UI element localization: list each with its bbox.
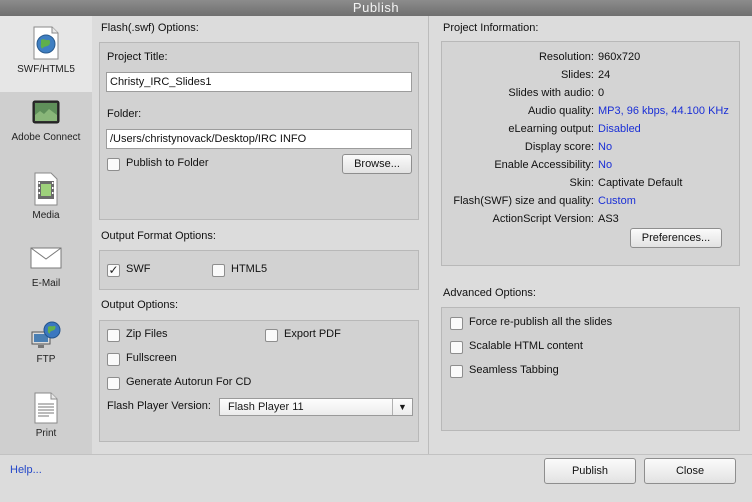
html5-checkbox[interactable] (212, 264, 225, 277)
seamless-tabbing-checkbox[interactable] (450, 365, 463, 378)
info-value-link[interactable]: MP3, 96 kbps, 44.100 KHz (598, 105, 729, 117)
preferences-button[interactable]: Preferences... (630, 228, 722, 248)
info-key: Audio quality: (527, 105, 594, 117)
sidebar-item-swf-html5[interactable]: SWF/HTML5 (0, 16, 92, 92)
info-row: Slides: 24 (442, 69, 752, 87)
sidebar-item-label: FTP (36, 354, 56, 365)
project-title-input[interactable]: Christy_IRC_Slides1 (106, 72, 412, 92)
window-title: Publish (352, 0, 400, 15)
info-value-link[interactable]: Custom (598, 195, 636, 207)
envelope-icon (30, 247, 62, 269)
scalable-html-label: Scalable HTML content (469, 340, 583, 352)
seamless-tabbing-label: Seamless Tabbing (469, 364, 559, 376)
folder-path-input[interactable]: /Users/christynovack/Desktop/IRC INFO (106, 129, 412, 149)
sidebar-item-label: Media (32, 210, 60, 221)
flash-player-version-value: Flash Player 11 (228, 401, 304, 413)
info-key: Flash(SWF) size and quality: (453, 195, 594, 207)
column-divider (428, 16, 429, 454)
swf-globe-icon (33, 26, 59, 60)
info-value: 960x720 (598, 51, 641, 63)
advanced-options-panel: Force re-publish all the slides Scalable… (441, 307, 740, 431)
flash-player-version-label: Flash Player Version: (107, 400, 211, 412)
info-row: Audio quality: MP3, 96 kbps, 44.100 KHz (442, 105, 752, 123)
info-value-link[interactable]: Disabled (598, 123, 641, 135)
info-key: Display score: (524, 141, 594, 153)
publish-button[interactable]: Publish (544, 458, 636, 484)
sidebar-item-label: E-Mail (31, 278, 61, 289)
fullscreen-label: Fullscreen (126, 352, 177, 364)
advanced-options-title: Advanced Options: (443, 287, 536, 299)
info-row: Skin: Captivate Default (442, 177, 752, 195)
media-film-icon (34, 172, 58, 206)
sidebar-item-label: Adobe Connect (11, 132, 81, 143)
export-pdf-checkbox[interactable] (265, 329, 278, 342)
project-title-label: Project Title: (107, 51, 168, 63)
sidebar-item-media[interactable]: Media (0, 172, 92, 232)
ftp-globe-computer-icon (31, 321, 61, 348)
sidebar-item-email[interactable]: E-Mail (0, 246, 92, 302)
info-value-link[interactable]: No (598, 141, 612, 153)
autorun-label: Generate Autorun For CD (126, 376, 252, 388)
flash-player-version-select[interactable]: Flash Player 11 ▼ (219, 398, 413, 416)
info-row: Resolution: 960x720 (442, 51, 752, 69)
publish-to-folder-checkbox[interactable] (107, 158, 120, 171)
force-republish-checkbox[interactable] (450, 317, 463, 330)
info-value: AS3 (598, 213, 619, 225)
info-value-link[interactable]: No (598, 159, 612, 171)
fullscreen-checkbox[interactable] (107, 353, 120, 366)
sidebar-item-ftp[interactable]: FTP (0, 320, 92, 376)
sidebar-item-label: SWF/HTML5 (17, 64, 75, 75)
zip-files-checkbox[interactable] (107, 329, 120, 342)
info-row: Slides with audio: 0 (442, 87, 752, 105)
info-value: 24 (598, 69, 611, 81)
swf-checkbox[interactable]: ✓ (107, 264, 120, 277)
chevron-down-icon: ▼ (392, 399, 412, 415)
scalable-html-checkbox[interactable] (450, 341, 463, 354)
window-title-bar: Publish (0, 0, 752, 16)
print-document-icon (34, 392, 58, 424)
project-info-panel: Resolution: 960x720 Slides: 24 Slides with a… (441, 41, 740, 266)
browse-button[interactable]: Browse... (342, 154, 412, 174)
publish-to-folder-label: Publish to Folder (126, 157, 209, 169)
sidebar-item-print[interactable]: Print (0, 392, 92, 450)
info-key: Enable Accessibility: (494, 159, 594, 171)
force-republish-label: Force re-publish all the slides (469, 316, 613, 328)
export-pdf-label: Export PDF (284, 328, 341, 340)
flash-options-title: Flash(.swf) Options: (101, 22, 199, 34)
sidebar-item-label: Print (35, 428, 57, 439)
folder-label: Folder: (107, 108, 142, 120)
zip-files-label: Zip Files (126, 328, 168, 340)
help-link[interactable]: Help... (10, 464, 42, 476)
info-key: Skin: (569, 177, 594, 189)
info-value: Captivate Default (598, 177, 683, 189)
info-key: Resolution: (538, 51, 594, 63)
output-format-title: Output Format Options: (101, 230, 216, 242)
info-key: ActionScript Version: (492, 213, 595, 225)
info-value: 0 (598, 87, 605, 99)
info-row: eLearning output: Disabled (442, 123, 752, 141)
info-row: Display score: No (442, 141, 752, 159)
info-key: Slides with audio: (508, 87, 594, 99)
info-key: Slides: (560, 69, 594, 81)
info-key: eLearning output: (508, 123, 594, 135)
html5-label: HTML5 (231, 263, 268, 275)
autorun-checkbox[interactable] (107, 377, 120, 390)
project-info-title: Project Information: (443, 22, 539, 34)
output-options-title: Output Options: (101, 299, 179, 311)
info-row: Flash(SWF) size and quality: Custom (442, 195, 752, 213)
close-button[interactable]: Close (644, 458, 736, 484)
publish-target-sidebar: SWF/HTML5 Adobe Connect Media E-Mail FTP… (0, 16, 92, 454)
swf-label: SWF (126, 263, 151, 275)
sidebar-item-adobe-connect[interactable]: Adobe Connect (0, 98, 92, 158)
info-row: Enable Accessibility: No (442, 159, 752, 177)
adobe-connect-icon (32, 100, 60, 124)
dialog-footer: Help... Publish Close (0, 454, 752, 502)
